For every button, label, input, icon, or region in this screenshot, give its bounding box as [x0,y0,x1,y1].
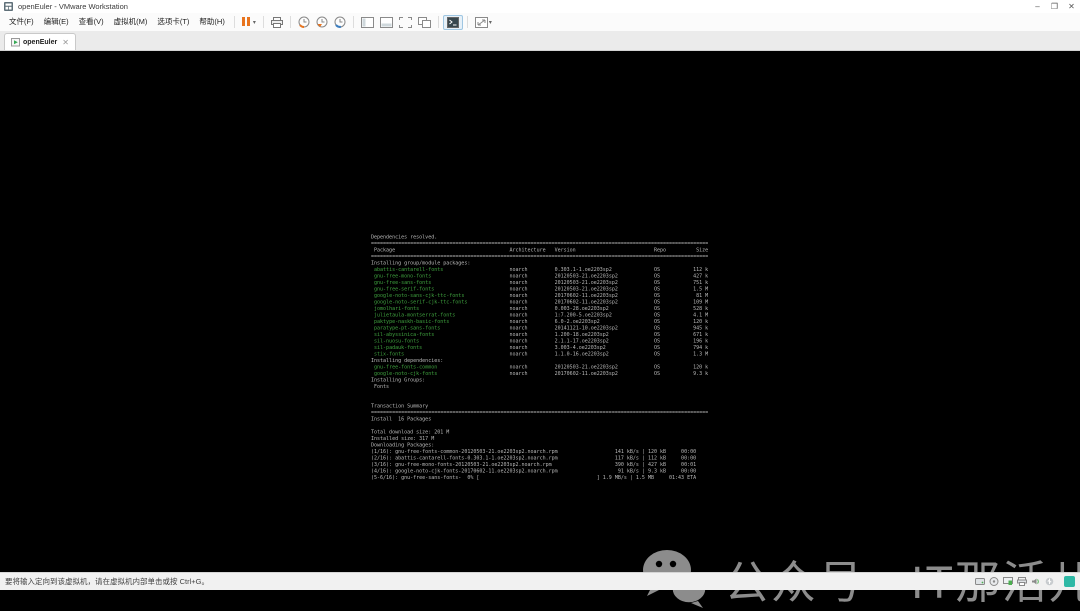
snapshot-manager-icon [334,16,346,28]
hard-disk-icon[interactable] [975,577,985,586]
toolbar-separator [234,16,235,28]
terminal-line: (5-6/16): gnu-free-sans-fonts- 0% [ ] 1.… [371,475,711,482]
status-bar: 要将输入定向到该虚拟机，请在虚拟机内部单击或按 Ctrl+G。 [0,572,1080,590]
maximize-button[interactable]: ❐ [1046,0,1063,13]
package-name: sil-abyssinica-fonts [374,332,434,338]
vmware-logo-icon [4,2,13,11]
printer-icon [271,17,283,28]
toolbar-separator [467,16,468,28]
tab-bar: openEuler ✕ [0,31,1080,51]
package-name: google-noto-serif-cjk-ttc-fonts [374,300,467,306]
device-tray [975,576,1075,587]
tab-close-icon[interactable]: ✕ [62,38,69,47]
toolbar-separator [438,16,439,28]
menu-vm[interactable]: 虚拟机(M) [109,13,153,31]
take-snapshot-button[interactable] [295,15,313,29]
menu-bar: 文件(F) 编辑(E) 查看(V) 虚拟机(M) 选项卡(T) 帮助(H) ▾ … [0,13,1080,32]
sidebar-panel-icon [361,17,374,28]
minimize-button[interactable]: – [1029,0,1046,13]
title-bar: openEuler - VMware Workstation – ❐ ✕ [0,0,1080,13]
package-name: google-noto-sans-cjk-ttc-fonts [374,293,464,299]
console-icon [447,17,459,28]
package-name: gnu-free-fonts-common [374,365,437,371]
window-title: openEuler - VMware Workstation [18,2,128,11]
package-name: abattis-cantarell-fonts [374,267,443,273]
cd-dvd-icon[interactable] [989,577,999,586]
menu-help[interactable]: 帮助(H) [194,13,229,31]
vm-screen[interactable]: Dependencies resolved.==================… [0,50,1080,573]
snapshot-manager-button[interactable] [331,15,349,29]
package-name: gnu-free-serif-fonts [374,287,434,293]
menu-view[interactable]: 查看(V) [74,13,109,31]
package-name: stix-fonts [374,352,404,358]
unity-button[interactable] [415,16,434,29]
console-view-button[interactable] [443,15,463,30]
ime-badge-icon[interactable] [1064,576,1075,587]
sound-icon[interactable] [1031,577,1041,586]
pause-icon [242,17,252,28]
chevron-down-icon: ▾ [253,19,256,26]
package-name: julietaula-montserrat-fonts [374,313,455,319]
show-thumbnail-bar-button[interactable] [377,16,396,29]
fullscreen-icon [399,17,412,28]
pause-button[interactable]: ▾ [239,16,259,29]
autofit-icon [475,17,488,28]
package-name: google-noto-cjk-fonts [374,371,437,377]
fullscreen-button[interactable] [396,16,415,29]
chevron-down-icon: ▾ [489,19,492,26]
toolbar-separator [353,16,354,28]
status-message: 要将输入定向到该虚拟机，请在虚拟机内部单击或按 Ctrl+G。 [5,576,209,587]
bottom-panel-icon [380,17,393,28]
show-library-button[interactable] [358,16,377,29]
tab-openeuler[interactable]: openEuler ✕ [4,33,76,50]
unity-windows-icon [418,17,431,28]
revert-snapshot-button[interactable] [313,15,331,29]
print-button[interactable] [268,16,286,29]
autofit-button[interactable]: ▾ [472,16,495,29]
package-name: gnu-free-mono-fonts [374,274,431,280]
printer-tray-icon[interactable] [1017,577,1027,586]
package-name: jomolhari-fonts [374,306,419,312]
snapshot-revert-icon [316,16,328,28]
network-adapter-icon[interactable] [1003,577,1013,586]
close-button[interactable]: ✕ [1063,0,1080,13]
vmware-workstation-window: { "window": { "title": "openEuler - VMwa… [0,0,1080,590]
package-name: paktype-naskh-basic-fonts [374,319,449,325]
package-name: sil-padauk-fonts [374,345,422,351]
terminal-output: Dependencies resolved.==================… [371,234,711,481]
tab-label: openEuler [23,39,57,46]
vm-powered-on-icon [11,38,20,47]
toolbar-separator [263,16,264,28]
usb-icon[interactable] [1045,577,1054,586]
package-name: gnu-free-sans-fonts [374,280,431,286]
menu-edit[interactable]: 编辑(E) [39,13,74,31]
snapshot-clock-icon [298,16,310,28]
menu-tabs[interactable]: 选项卡(T) [152,13,194,31]
package-name: sil-nuosu-fonts [374,339,419,345]
toolbar-separator [290,16,291,28]
package-name: paratype-pt-sans-fonts [374,326,440,332]
menu-file[interactable]: 文件(F) [4,13,39,31]
